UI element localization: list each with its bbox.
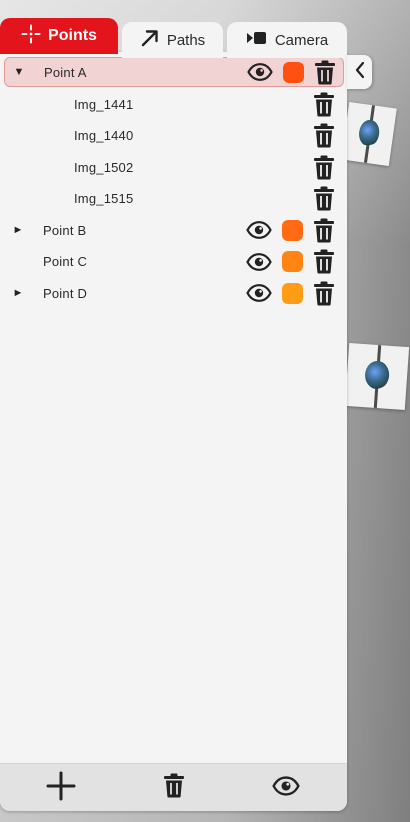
points-panel: ▼ Point A Img_1441 Img_1440 Img_1502 Img… <box>0 52 347 811</box>
eye-icon <box>272 775 300 801</box>
delete-all-button[interactable] <box>158 772 190 804</box>
caret-right-icon[interactable]: ► <box>12 287 24 299</box>
points-list: ▼ Point A Img_1441 Img_1440 Img_1502 Img… <box>4 57 344 309</box>
image-thumbnail[interactable] <box>344 342 410 411</box>
image-label: Img_1440 <box>74 128 134 144</box>
point-color-swatch[interactable] <box>282 251 303 273</box>
image-label: Img_1441 <box>74 96 134 112</box>
point-row-c[interactable]: Point C <box>4 246 344 278</box>
caret-right-icon[interactable]: ► <box>12 224 24 236</box>
eye-icon[interactable] <box>246 252 272 272</box>
point-row-d[interactable]: ► Point D <box>4 278 344 310</box>
trash-icon[interactable] <box>313 281 335 306</box>
point-label: Point A <box>44 64 87 80</box>
point-row-b[interactable]: ► Point B <box>4 215 344 247</box>
eye-icon[interactable] <box>247 62 273 82</box>
point-label: Point C <box>43 254 88 270</box>
eye-icon[interactable] <box>246 220 272 240</box>
point-label: Point D <box>43 285 88 301</box>
trash-icon[interactable] <box>313 155 335 180</box>
chevron-left-icon <box>354 61 366 84</box>
trash-icon[interactable] <box>313 123 335 148</box>
caret-down-icon[interactable]: ▼ <box>13 66 25 78</box>
arrow-up-right-icon <box>140 28 160 52</box>
point-row-a[interactable]: ▼ Point A <box>4 57 344 87</box>
tab-paths-label: Paths <box>166 31 206 49</box>
image-row[interactable]: Img_1502 <box>4 152 344 184</box>
trash-icon[interactable] <box>313 249 335 274</box>
tab-points[interactable]: Points <box>0 18 118 54</box>
tab-camera-label: Camera <box>274 31 329 49</box>
add-point-button[interactable] <box>45 771 77 806</box>
image-row[interactable]: Img_1515 <box>4 183 344 215</box>
collapse-panel-button[interactable] <box>347 55 372 89</box>
plus-icon <box>46 771 76 806</box>
trash-icon[interactable] <box>313 92 335 117</box>
point-color-swatch[interactable] <box>283 61 304 83</box>
image-label: Img_1515 <box>74 191 134 207</box>
trash-icon[interactable] <box>313 186 335 211</box>
camera-icon <box>246 30 268 50</box>
tab-paths[interactable]: Paths <box>122 22 223 58</box>
image-thumbnail[interactable] <box>341 101 397 167</box>
thumbnail-subject <box>364 359 391 390</box>
thumbnail-subject <box>357 118 381 147</box>
point-color-swatch[interactable] <box>282 219 303 241</box>
eye-icon[interactable] <box>246 283 272 303</box>
toggle-visibility-button[interactable] <box>270 772 302 804</box>
tab-camera[interactable]: Camera <box>227 22 347 58</box>
trash-icon <box>163 773 185 803</box>
crosshair-icon <box>21 24 41 49</box>
tab-bar: Points Paths Camera <box>0 18 347 58</box>
trash-icon[interactable] <box>314 60 336 85</box>
image-row[interactable]: Img_1440 <box>4 120 344 152</box>
image-row[interactable]: Img_1441 <box>4 89 344 121</box>
point-color-swatch[interactable] <box>282 282 303 304</box>
image-label: Img_1502 <box>74 159 134 175</box>
point-label: Point B <box>43 222 87 238</box>
tab-points-label: Points <box>48 27 97 44</box>
trash-icon[interactable] <box>313 218 335 243</box>
bottom-toolbar <box>0 763 347 811</box>
